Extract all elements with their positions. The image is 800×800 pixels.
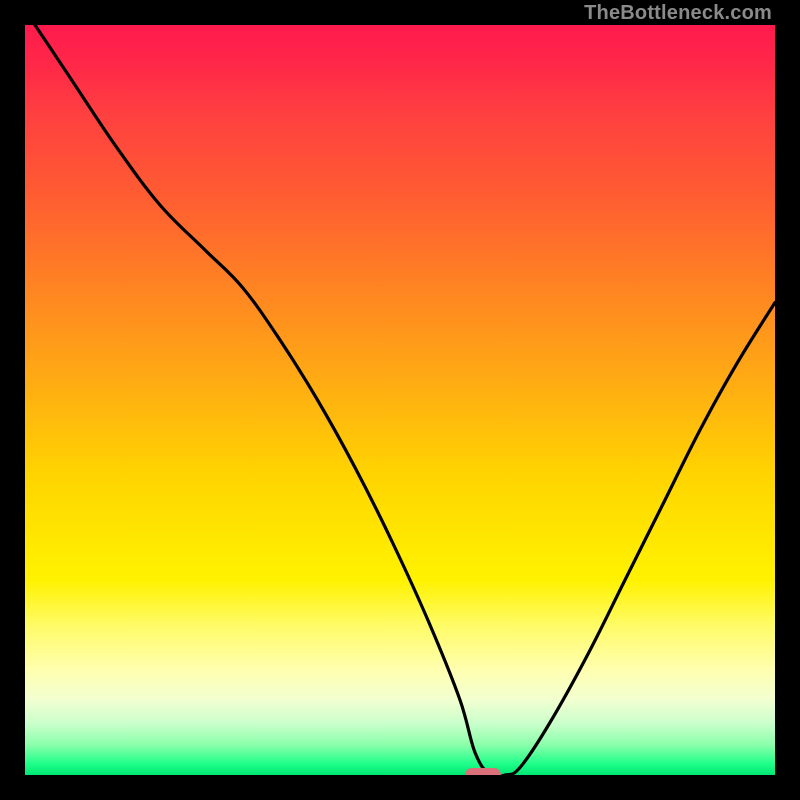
watermark-text: TheBottleneck.com (584, 2, 772, 25)
bottleneck-curve (25, 25, 775, 775)
curve-svg (25, 25, 775, 775)
optimal-marker (465, 768, 501, 775)
plot-area (25, 25, 775, 775)
chart-frame: TheBottleneck.com (0, 0, 800, 800)
